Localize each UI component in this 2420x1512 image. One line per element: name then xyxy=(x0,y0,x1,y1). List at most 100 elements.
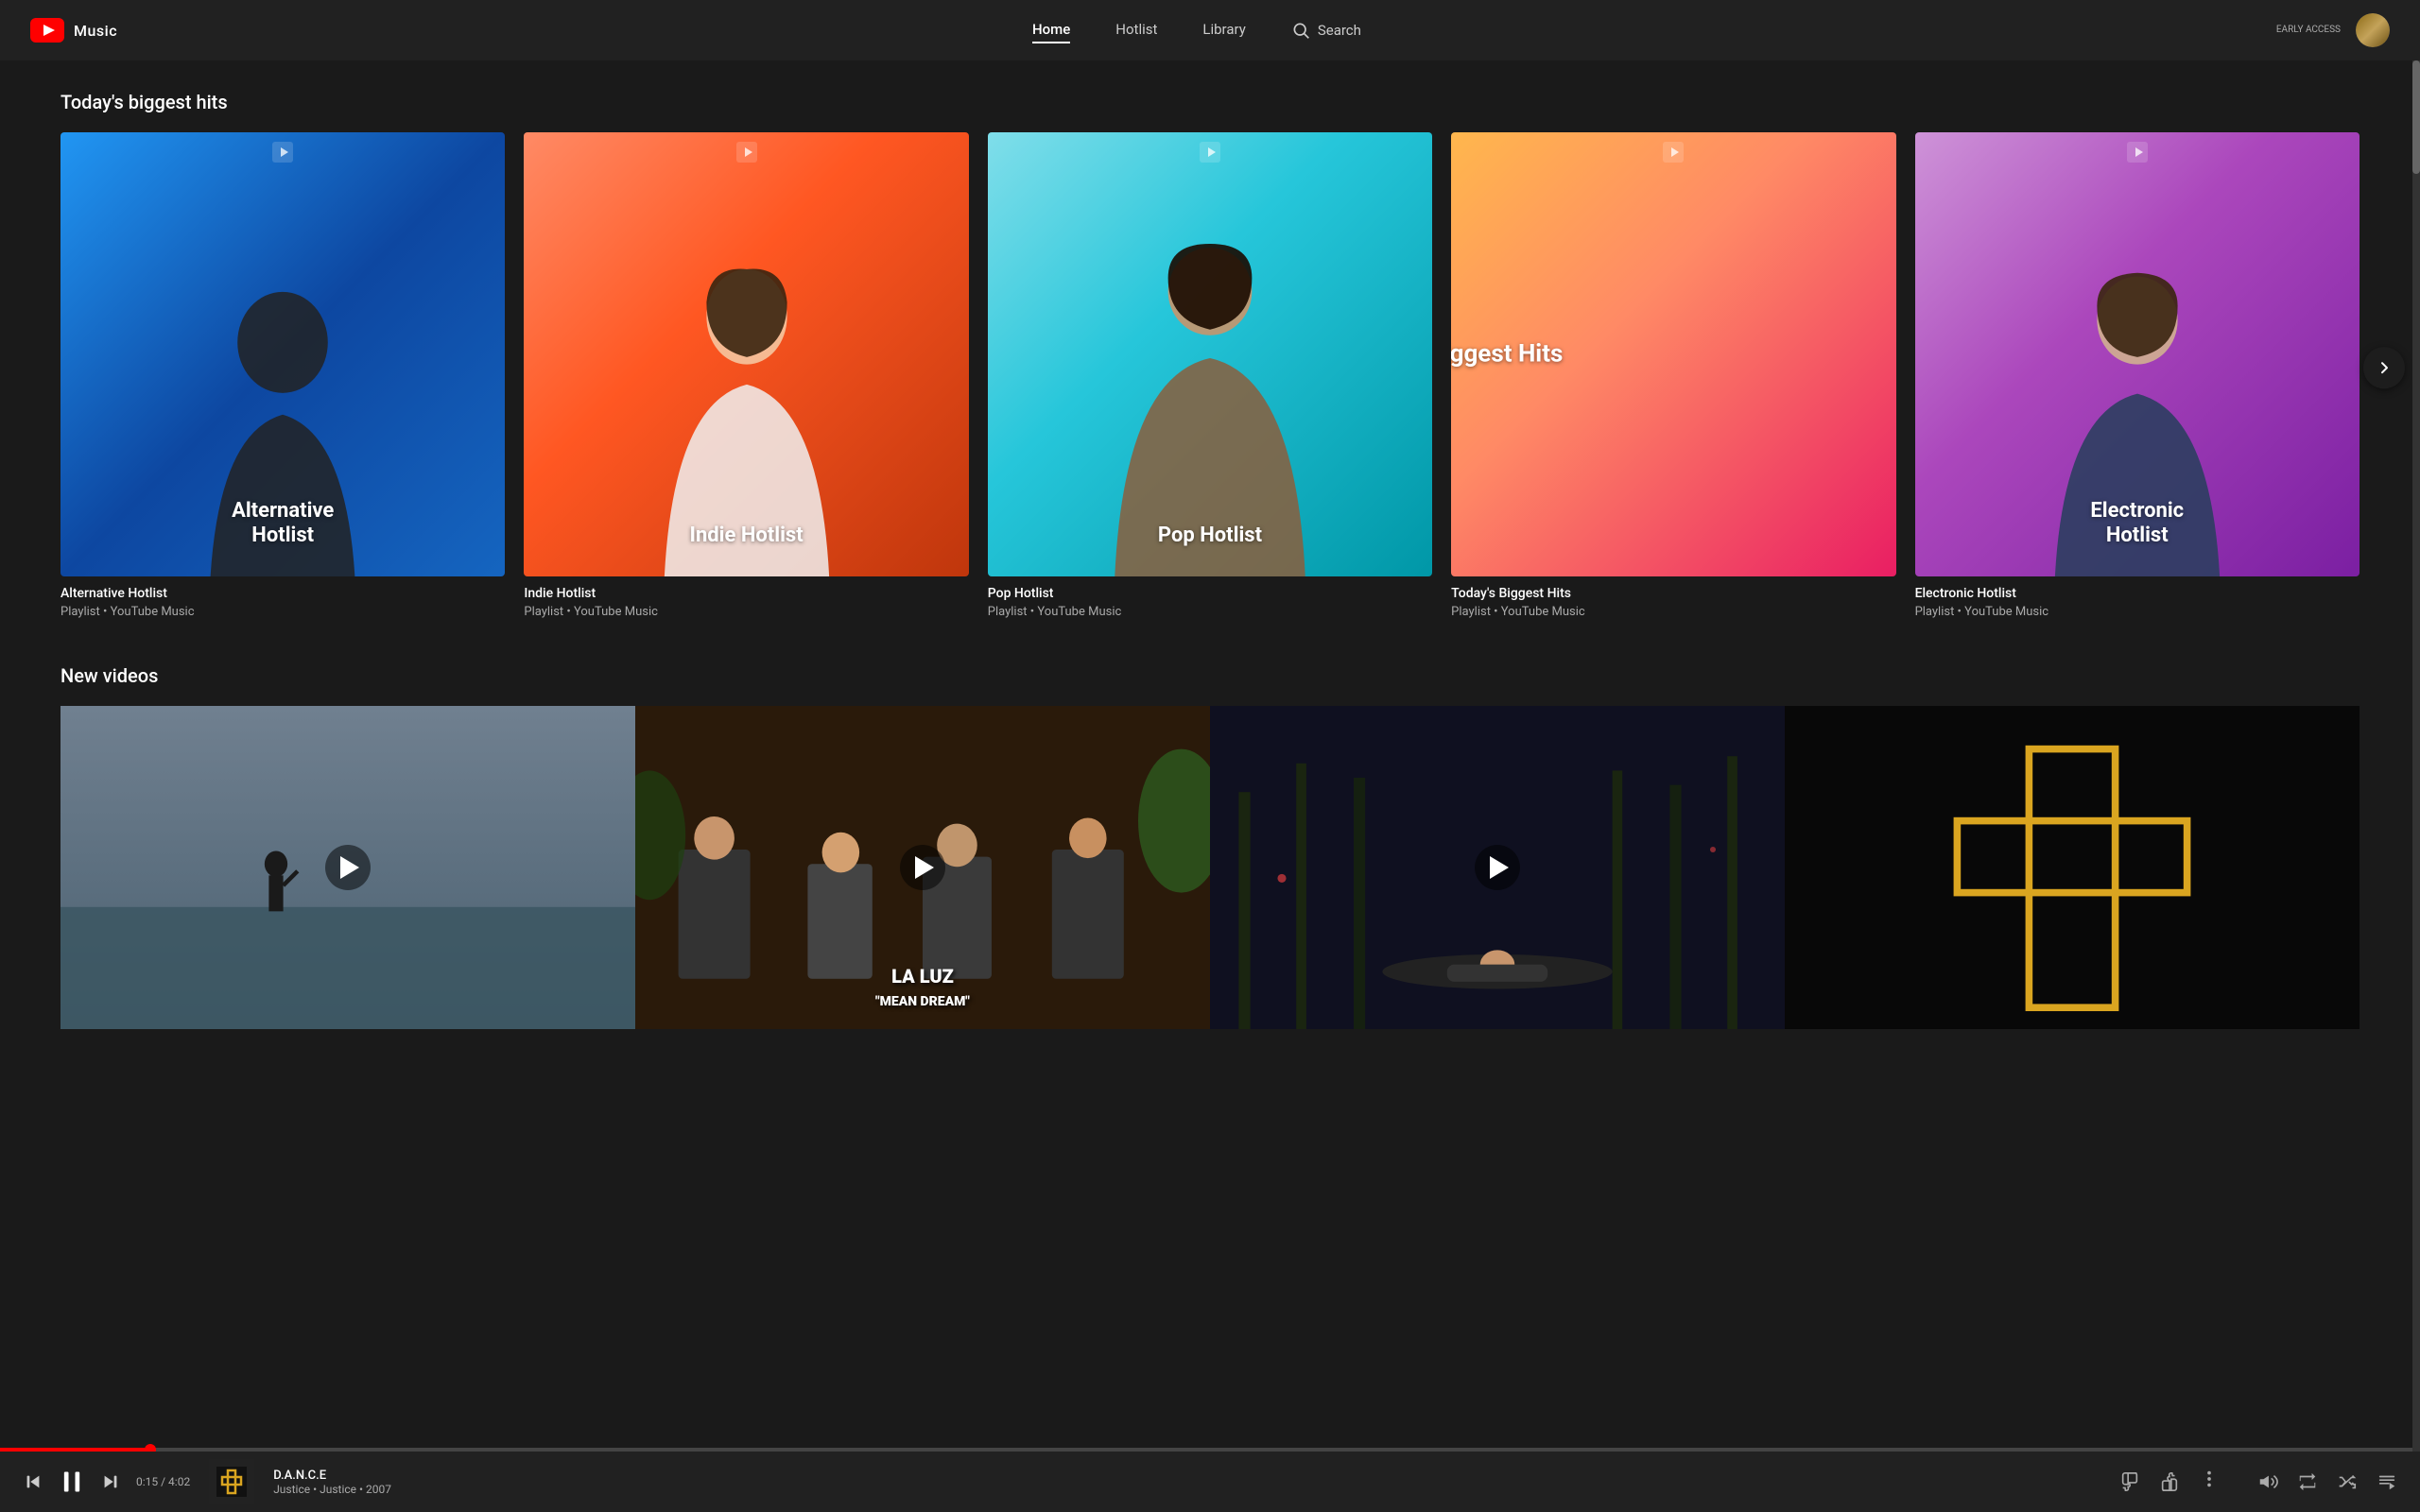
main-nav: Home Hotlist Library Search xyxy=(1032,17,1361,43)
main-content: Today's biggest hits xyxy=(0,60,2420,1169)
video-card-3[interactable] xyxy=(1210,706,1785,1029)
card-biggest-label: Today's Biggest Hits xyxy=(1451,340,1673,369)
video-thumb-3 xyxy=(1210,706,1785,1029)
section-biggest-hits-title: Today's biggest hits xyxy=(0,91,2420,113)
card-electronic-label: ElectronicHotlist xyxy=(1915,499,2360,549)
card-indie-hotlist[interactable]: Indie Hotlist Indie Hotlist Playlist • Y… xyxy=(524,132,968,619)
card-alternative-subtitle: Playlist • YouTube Music xyxy=(60,605,505,619)
scrollbar-thumb[interactable] xyxy=(2412,60,2420,174)
card-indie-thumb: Indie Hotlist xyxy=(524,132,968,576)
header-right: EARLY ACCESS xyxy=(2276,13,2390,47)
nav-home[interactable]: Home xyxy=(1032,17,1070,43)
player-cross-icon xyxy=(216,1467,247,1497)
card-alternative-label: AlternativeHotlist xyxy=(60,499,505,549)
volume-icon xyxy=(2257,1471,2278,1492)
player-right-controls xyxy=(2119,1469,2397,1495)
video-thumb-1 xyxy=(60,706,635,1029)
previous-button[interactable] xyxy=(23,1471,43,1492)
card-pop-label: Pop Hotlist xyxy=(988,524,1432,548)
card-biggest-title: Today's Biggest Hits xyxy=(1451,586,1895,601)
volume-button[interactable] xyxy=(2257,1471,2278,1492)
player-thumb-inner xyxy=(209,1459,254,1504)
card-alternative-hotlist[interactable]: AlternativeHotlist Alternative Hotlist P… xyxy=(60,132,505,619)
time-display: 0:15 / 4:02 xyxy=(136,1475,190,1488)
repeat-icon xyxy=(2297,1471,2318,1492)
dislike-button[interactable] xyxy=(2119,1471,2140,1492)
cross-scene-icon xyxy=(1785,706,2360,1029)
like-button[interactable] xyxy=(2159,1471,2180,1492)
playlist-icon xyxy=(272,142,293,163)
player-song-title: D.A.N.C.E xyxy=(273,1469,2100,1483)
card-todays-biggest[interactable]: Today's Biggest Hits Today's Biggest Hit… xyxy=(1451,132,1895,619)
new-videos-row: LA LUZ"MEAN DREAM" xyxy=(0,706,2420,1029)
card-alternative-title: Alternative Hotlist xyxy=(60,586,505,601)
playlist-icon-electronic xyxy=(2127,142,2148,163)
card-pop-title: Pop Hotlist xyxy=(988,586,1432,601)
biggest-hits-cards-row: AlternativeHotlist Alternative Hotlist P… xyxy=(60,132,2360,619)
video-bg-4 xyxy=(1785,706,2360,1029)
play-triangle-1 xyxy=(340,856,359,879)
card-electronic-subtitle: Playlist • YouTube Music xyxy=(1915,605,2360,619)
chevron-right-icon xyxy=(2377,360,2392,375)
la-luz-label: LA LUZ"MEAN DREAM" xyxy=(875,965,970,1010)
youtube-logo-icon xyxy=(30,18,64,43)
card-indie-label: Indie Hotlist xyxy=(524,524,968,548)
header: Music Home Hotlist Library Search EARLY … xyxy=(0,0,2420,60)
queue-icon xyxy=(2377,1471,2397,1492)
app-title: Music xyxy=(74,22,117,40)
card-electronic-title: Electronic Hotlist xyxy=(1915,586,2360,601)
player-controls: 0:15 / 4:02 xyxy=(23,1469,190,1495)
section-biggest-hits: Today's biggest hits xyxy=(0,91,2420,619)
playlist-icon-indie xyxy=(736,142,757,163)
logo-area[interactable]: Music xyxy=(30,18,117,43)
nav-hotlist[interactable]: Hotlist xyxy=(1115,17,1157,43)
playlist-icon-biggest xyxy=(1663,142,1684,163)
search-icon xyxy=(1291,21,1310,40)
card-alternative-inner: AlternativeHotlist xyxy=(60,132,505,576)
pause-icon xyxy=(59,1469,85,1495)
card-pop-inner: Pop Hotlist xyxy=(988,132,1432,576)
player-info: D.A.N.C.E Justice • Justice • 2007 xyxy=(273,1469,2100,1496)
section-new-videos: New videos xyxy=(0,664,2420,1029)
biggest-hits-cards-wrapper: AlternativeHotlist Alternative Hotlist P… xyxy=(0,132,2420,619)
more-options-button[interactable] xyxy=(2199,1469,2220,1495)
section-new-videos-title: New videos xyxy=(0,664,2420,687)
card-indie-inner: Indie Hotlist xyxy=(524,132,968,576)
card-indie-title: Indie Hotlist xyxy=(524,586,968,601)
play-overlay-2 xyxy=(900,845,945,890)
video-card-4[interactable] xyxy=(1785,706,2360,1029)
video-card-1[interactable] xyxy=(60,706,635,1029)
shuffle-button[interactable] xyxy=(2337,1471,2358,1492)
card-electronic-hotlist[interactable]: ElectronicHotlist Electronic Hotlist Pla… xyxy=(1915,132,2360,619)
card-biggest-thumb: Today's Biggest Hits xyxy=(1451,132,1895,576)
player-meta: Justice • Justice • 2007 xyxy=(273,1483,2100,1496)
player-bar: 0:15 / 4:02 D.A.N.C.E Justice • Justice … xyxy=(0,1452,2420,1512)
card-pop-hotlist[interactable]: Pop Hotlist Pop Hotlist Playlist • YouTu… xyxy=(988,132,1432,619)
skip-forward-icon xyxy=(100,1471,121,1492)
video-thumb-2: LA LUZ"MEAN DREAM" xyxy=(635,706,1210,1029)
thumbs-down-icon xyxy=(2119,1471,2140,1492)
thumbs-up-icon xyxy=(2159,1471,2180,1492)
next-track-button[interactable] xyxy=(100,1471,121,1492)
more-vert-icon xyxy=(2199,1469,2220,1489)
queue-button[interactable] xyxy=(2377,1471,2397,1492)
pause-button[interactable] xyxy=(59,1469,85,1495)
next-button[interactable] xyxy=(2363,347,2405,388)
search-nav[interactable]: Search xyxy=(1291,21,1361,40)
card-electronic-thumb: ElectronicHotlist xyxy=(1915,132,2360,576)
card-biggest-subtitle: Playlist • YouTube Music xyxy=(1451,605,1895,619)
skip-back-icon xyxy=(23,1471,43,1492)
card-electronic-inner: ElectronicHotlist xyxy=(1915,132,2360,576)
nav-library[interactable]: Library xyxy=(1202,17,1245,43)
shuffle-icon xyxy=(2337,1471,2358,1492)
play-overlay-1 xyxy=(325,845,371,890)
video-thumb-4 xyxy=(1785,706,2360,1029)
avatar[interactable] xyxy=(2356,13,2390,47)
playlist-icon-pop xyxy=(1200,142,1220,163)
search-label: Search xyxy=(1318,22,1361,39)
card-pop-thumb: Pop Hotlist xyxy=(988,132,1432,576)
repeat-button[interactable] xyxy=(2297,1471,2318,1492)
video-card-2[interactable]: LA LUZ"MEAN DREAM" xyxy=(635,706,1210,1029)
scrollbar-track[interactable] xyxy=(2412,60,2420,1452)
play-triangle-3 xyxy=(1490,856,1509,879)
